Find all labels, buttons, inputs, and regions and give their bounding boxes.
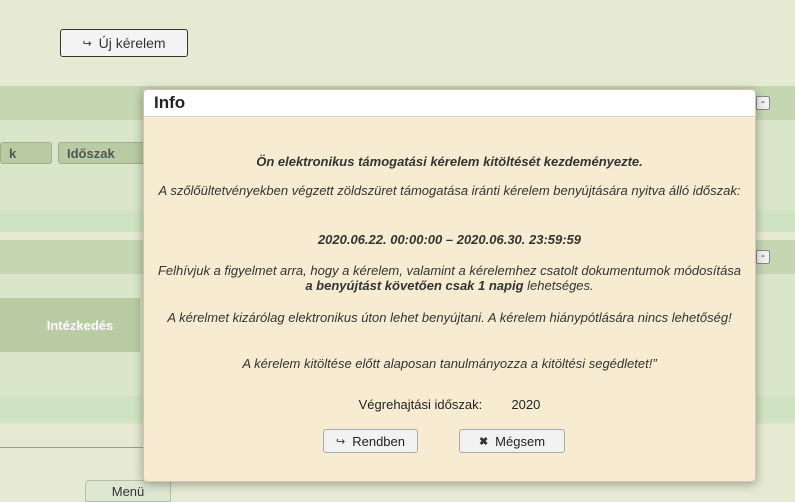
bg-tab-1[interactable]: k bbox=[0, 142, 52, 164]
column-header-action: Intézkedés bbox=[0, 298, 140, 352]
execution-period-row: Végrehajtási időszak: 2020 bbox=[144, 397, 755, 412]
cancel-button[interactable]: ✖ Mégsem bbox=[459, 429, 565, 453]
bg-tab-period-label: Időszak bbox=[67, 145, 115, 161]
collapse-button-2[interactable]: - bbox=[756, 250, 770, 264]
intro-text: Ön elektronikus támogatási kérelem kitöl… bbox=[256, 154, 643, 169]
divider bbox=[0, 447, 145, 448]
execution-period-value: 2020 bbox=[511, 397, 541, 412]
new-request-label: Új kérelem bbox=[98, 35, 166, 51]
execution-period-label: Végrehajtási időszak: bbox=[358, 397, 483, 412]
dialog-title: Info bbox=[144, 90, 755, 117]
ok-button[interactable]: ↪ Rendben bbox=[323, 429, 418, 453]
ok-label: Rendben bbox=[352, 433, 405, 449]
bg-tab-1-label: k bbox=[9, 145, 17, 161]
collapse-button-1[interactable]: - bbox=[756, 96, 770, 110]
notice-text-bold: a benyújtást követően csak 1 napig bbox=[305, 278, 524, 293]
period-range: 2020.06.22. 00:00:00 – 2020.06.30. 23:59… bbox=[317, 232, 582, 247]
reply-arrow-icon: ↪ bbox=[336, 435, 346, 448]
modification-notice: Felhívjuk a figyelmet arra, hogy a kérel… bbox=[156, 263, 743, 293]
info-dialog: Info Ön elektronikus támogatási kérelem … bbox=[143, 89, 756, 482]
electronic-submission-notice: A kérelmet kizárólag elektronikus úton l… bbox=[167, 310, 732, 325]
new-request-button[interactable]: ↪ Új kérelem bbox=[60, 29, 188, 57]
menu-label: Menü bbox=[111, 483, 145, 499]
close-icon: ✖ bbox=[478, 435, 489, 448]
guide-notice: A kérelem kitöltése előtt alaposan tanul… bbox=[242, 356, 657, 371]
period-description: A szőlőültetvényekben végzett zöldszüret… bbox=[158, 183, 741, 198]
notice-text-pre: Felhívjuk a figyelmet arra, hogy a kérel… bbox=[157, 263, 742, 278]
menu-tab[interactable]: Menü bbox=[85, 480, 171, 502]
reply-arrow-icon: ↪ bbox=[82, 37, 92, 50]
notice-text-post: lehetséges. bbox=[523, 278, 594, 293]
cancel-label: Mégsem bbox=[495, 433, 546, 449]
column-header-label: Intézkedés bbox=[46, 317, 114, 333]
